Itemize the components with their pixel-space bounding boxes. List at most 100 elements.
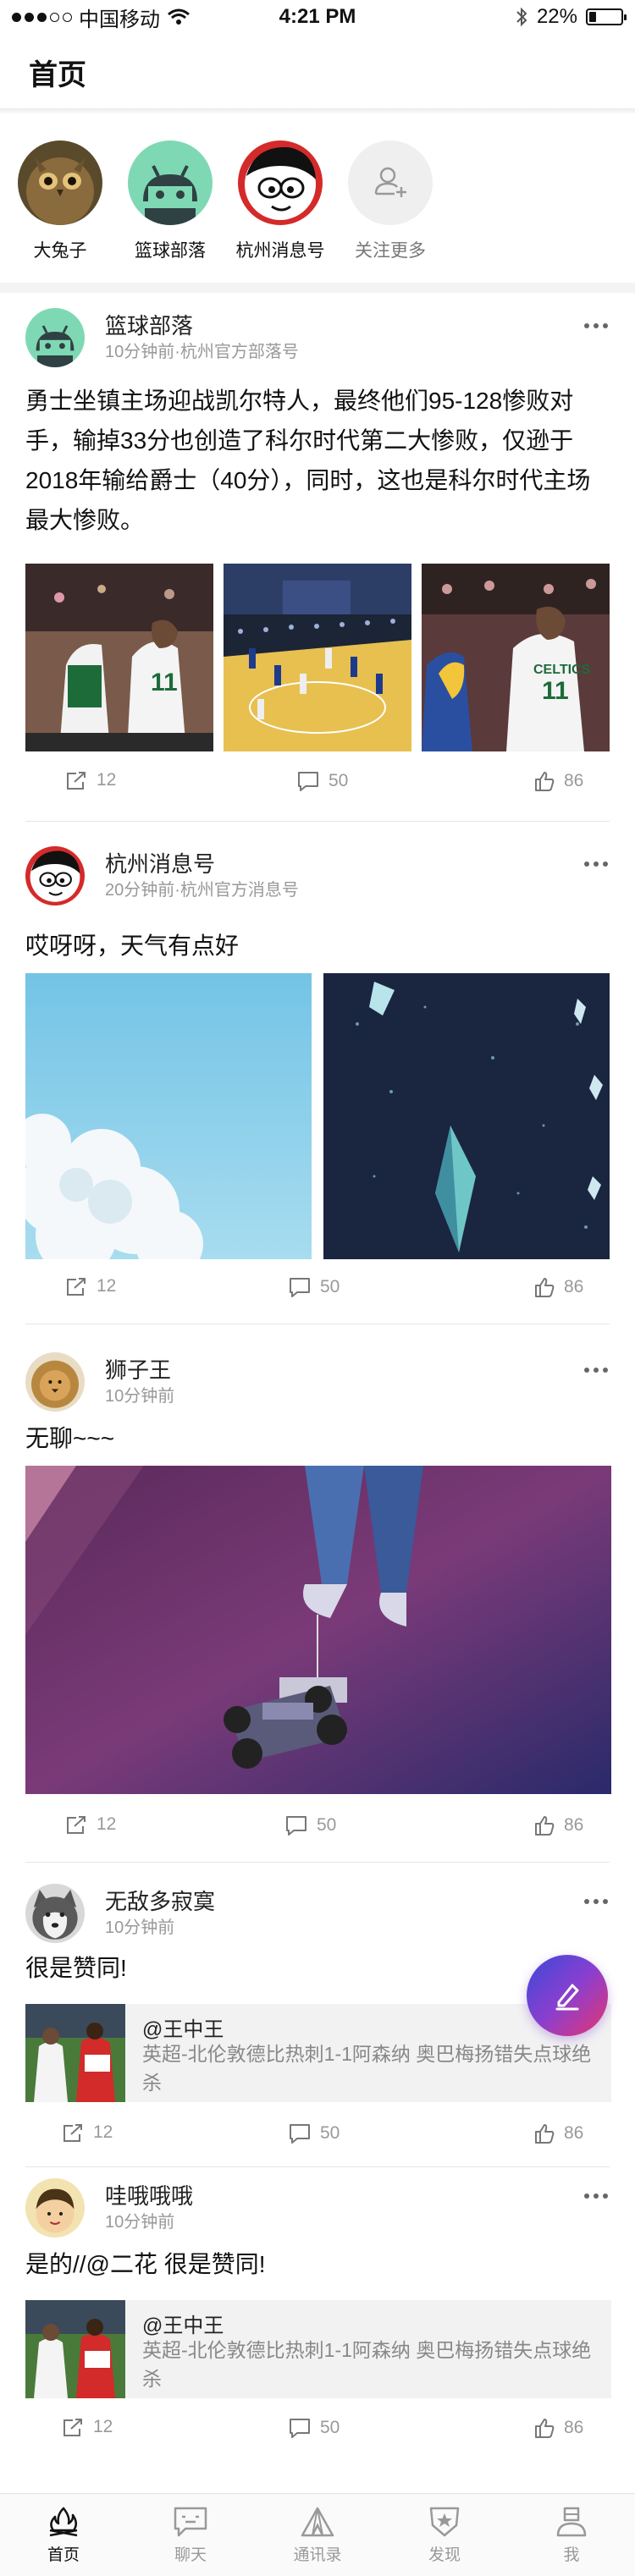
share-button[interactable]: 12 xyxy=(64,770,116,790)
like-count: 86 xyxy=(564,2418,584,2437)
person-icon xyxy=(556,2507,587,2537)
post-author-name[interactable]: 篮球部落 xyxy=(105,311,299,340)
comment-button[interactable]: 50 xyxy=(296,770,348,792)
post-subtitle: 10分钟前 xyxy=(105,1918,175,1937)
quote-author[interactable]: @王中王 xyxy=(142,2012,224,2042)
compose-button[interactable] xyxy=(527,1955,608,2036)
post-card[interactable]: 哇哦哦哦 10分钟前 是的//@二花 很是赞同! @王中王 英超-北伦敦德比热刺… xyxy=(0,2178,635,2466)
post-image[interactable] xyxy=(25,973,312,1259)
thumbs-up-icon xyxy=(535,772,555,791)
pen-icon xyxy=(555,1984,579,2011)
husky-avatar[interactable] xyxy=(25,1884,85,1943)
comment-count: 50 xyxy=(329,771,349,790)
post-card[interactable]: 杭州消息号 20分钟前·杭州官方消息号 哎呀呀，天气有点好 12 50 86 xyxy=(0,846,635,1324)
post-header: 杭州消息号 20分钟前·杭州官方消息号 xyxy=(25,846,299,905)
status-right: 22% xyxy=(515,5,627,29)
post-meta: 狮子王 10分钟前 xyxy=(105,1356,174,1408)
follow-item-hangzhou-news[interactable]: 杭州消息号 xyxy=(236,140,325,262)
tab-label: 通讯录 xyxy=(293,2546,342,2564)
page-title: 首页 xyxy=(29,58,86,91)
post-image[interactable] xyxy=(224,564,411,751)
like-button[interactable]: 86 xyxy=(533,2417,583,2439)
share-button[interactable]: 12 xyxy=(64,1276,116,1296)
tab-home[interactable]: 首页 xyxy=(0,2494,127,2576)
share-button[interactable]: 12 xyxy=(61,2122,113,2143)
post-meta: 篮球部落 10分钟前·杭州官方部落号 xyxy=(105,311,299,364)
post-text: 无聊~~~ xyxy=(25,1425,115,1451)
thumbs-up-icon xyxy=(535,2419,555,2438)
more-icon[interactable] xyxy=(584,323,608,328)
share-button[interactable]: 12 xyxy=(61,2417,113,2437)
post-author-name[interactable]: 狮子王 xyxy=(105,1356,174,1384)
svg-text:CELTICS: CELTICS xyxy=(533,663,591,677)
share-button[interactable]: 12 xyxy=(64,1814,116,1835)
comment-button[interactable]: 50 xyxy=(288,2122,340,2144)
tent-icon xyxy=(301,2507,334,2537)
post-card[interactable]: 无敌多寂寞 10分钟前 很是赞同! @王中王 英超-北伦敦德比热刺1-1阿森纳 … xyxy=(0,1884,635,2171)
like-button[interactable]: 86 xyxy=(533,1276,583,1298)
follow-row: 大兔子 篮球部落 杭州消息号 关注更多 xyxy=(0,113,635,283)
follow-item-datuzi[interactable]: 大兔子 xyxy=(17,140,103,262)
share-icon xyxy=(67,1278,86,1296)
post-author-name[interactable]: 杭州消息号 xyxy=(105,850,299,878)
post-image[interactable] xyxy=(323,973,610,1259)
owl-avatar xyxy=(18,140,102,225)
like-button[interactable]: 86 xyxy=(533,770,583,792)
quoted-post[interactable]: @王中王 英超-北伦敦德比热刺1-1阿森纳 奥巴梅扬错失点球绝杀 xyxy=(25,2004,611,2102)
like-button[interactable]: 86 xyxy=(533,1814,583,1836)
lion-avatar[interactable] xyxy=(25,1352,85,1412)
post-author-name[interactable]: 哇哦哦哦 xyxy=(105,2182,193,2210)
post-image[interactable]: CELTICS 11 xyxy=(422,564,610,751)
post-subtitle: 10分钟前 xyxy=(105,2213,175,2232)
comment-icon xyxy=(286,1816,306,1836)
comment-button[interactable]: 50 xyxy=(288,1276,340,1298)
post-card[interactable]: 篮球部落 10分钟前·杭州官方部落号 勇士坐镇主场迎战凯尔特人，最终他们95-1… xyxy=(0,308,635,821)
post-card[interactable]: 狮子王 10分钟前 无聊~~~ 12 50 86 xyxy=(0,1352,635,1863)
android-avatar xyxy=(128,140,213,225)
comment-count: 50 xyxy=(320,1277,340,1296)
svg-text:11: 11 xyxy=(151,669,178,696)
follow-item-basketball-tribe[interactable]: 篮球部落 xyxy=(127,140,213,262)
more-icon[interactable] xyxy=(584,861,608,867)
android-avatar[interactable] xyxy=(25,308,85,367)
cartoon-face-avatar[interactable] xyxy=(25,846,85,905)
more-icon[interactable] xyxy=(584,2193,608,2199)
battery-icon xyxy=(586,8,627,25)
tab-contacts[interactable]: 通讯录 xyxy=(254,2494,381,2576)
more-icon[interactable] xyxy=(584,1899,608,1904)
quote-author[interactable]: @王中王 xyxy=(142,2309,224,2338)
post-meta: 杭州消息号 20分钟前·杭州官方消息号 xyxy=(105,850,299,902)
battery-percent: 22% xyxy=(536,5,577,28)
comment-icon xyxy=(290,1278,310,1297)
post-actions: 12 50 86 xyxy=(0,1276,635,1310)
tab-chat[interactable]: 聊天 xyxy=(127,2494,254,2576)
add-user-icon xyxy=(348,140,433,225)
post-subtitle: 10分钟前·杭州官方部落号 xyxy=(105,343,299,361)
share-count: 12 xyxy=(97,1814,117,1834)
thumbs-up-icon xyxy=(535,1278,555,1297)
comment-count: 50 xyxy=(320,2123,340,2143)
tab-me[interactable]: 我 xyxy=(508,2494,635,2576)
post-divider xyxy=(25,821,610,822)
quote-thumbnail xyxy=(25,2300,125,2398)
tab-discover[interactable]: 发现 xyxy=(381,2494,508,2576)
cartoon-kid-avatar[interactable] xyxy=(25,2178,85,2237)
like-button[interactable]: 86 xyxy=(533,2122,583,2144)
post-actions: 12 50 86 xyxy=(0,2417,635,2451)
quote-thumbnail xyxy=(25,2004,125,2102)
quoted-post[interactable]: @王中王 英超-北伦敦德比热刺1-1阿森纳 奥巴梅扬错失点球绝杀 xyxy=(25,2300,611,2398)
share-count: 12 xyxy=(93,2417,113,2436)
post-image[interactable]: 11 xyxy=(25,564,213,751)
post-text: 哎呀呀，天气有点好 xyxy=(25,933,240,959)
more-icon[interactable] xyxy=(584,1368,608,1373)
post-image[interactable] xyxy=(25,1466,611,1794)
post-author-name[interactable]: 无敌多寂寞 xyxy=(105,1887,215,1916)
post-meta: 哇哦哦哦 10分钟前 xyxy=(105,2182,193,2234)
follow-more-button[interactable]: 关注更多 xyxy=(347,140,433,262)
comment-button[interactable]: 50 xyxy=(288,2417,340,2439)
share-count: 12 xyxy=(97,770,117,790)
comment-button[interactable]: 50 xyxy=(284,1814,336,1836)
share-icon xyxy=(64,2419,82,2436)
tab-bar: 首页 聊天 通讯录 发现 我 xyxy=(0,2493,635,2576)
like-count: 86 xyxy=(564,1277,584,1296)
